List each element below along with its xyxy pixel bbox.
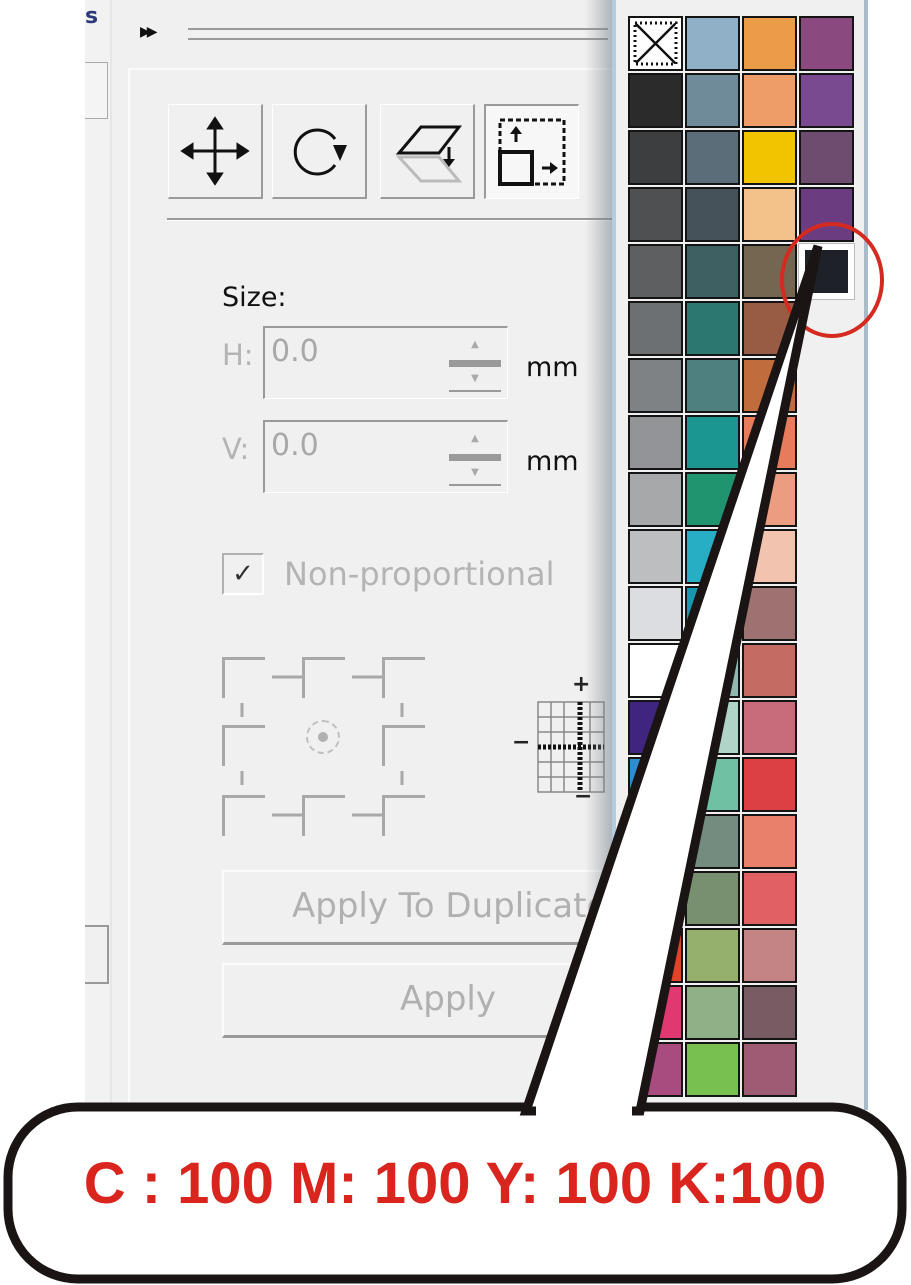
callout-pointer	[519, 244, 823, 1116]
callout-bubble	[3, 222, 907, 1284]
cmyk-value-label: C : 100 M: 100 Y: 100 K:100	[83, 1151, 827, 1216]
